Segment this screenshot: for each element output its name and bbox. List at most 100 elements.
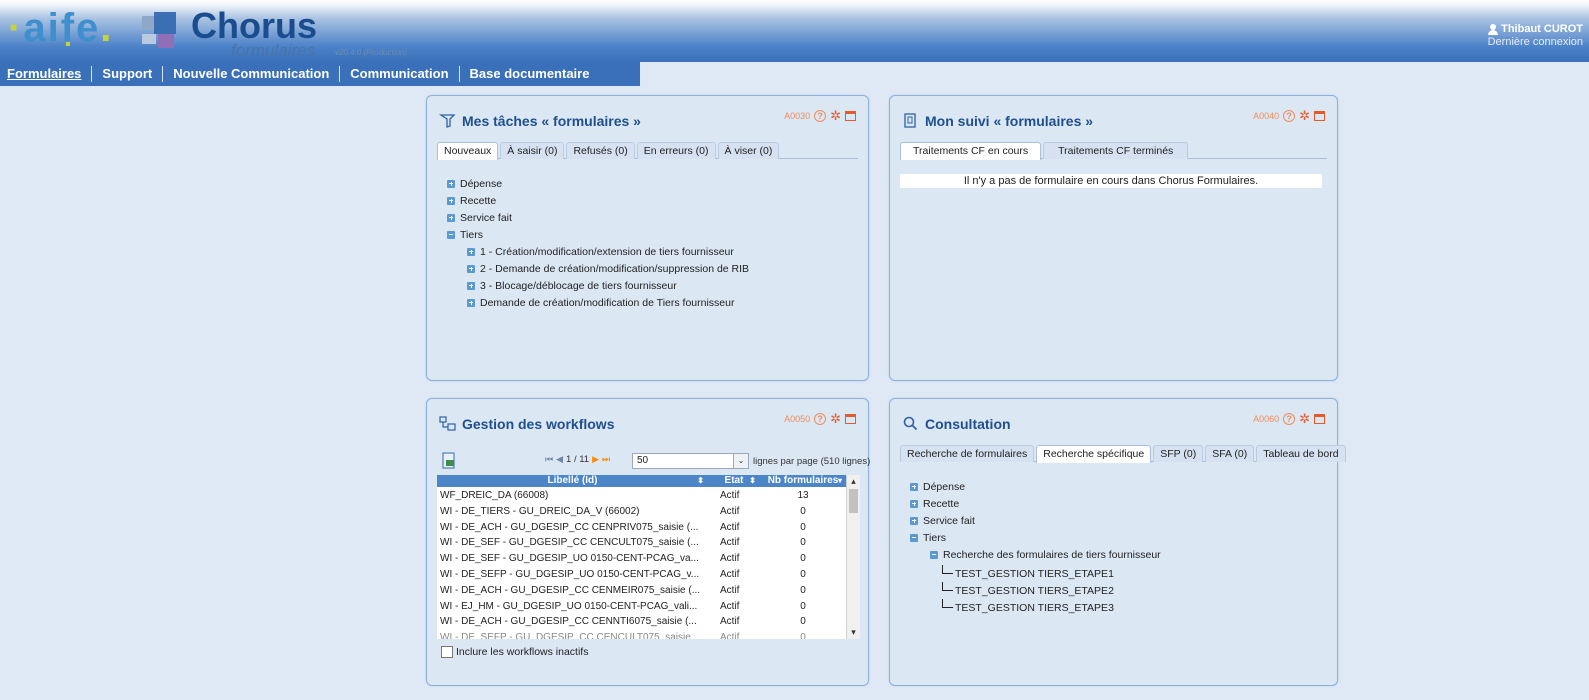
scroll-up-icon[interactable]: ▴ xyxy=(847,475,860,488)
tree-item-depense[interactable]: Dépense xyxy=(447,175,749,192)
table-row[interactable]: WI - DE_SEFP - GU_DGESIP_UO 0150-CENT-PC… xyxy=(437,567,846,583)
gear-icon[interactable]: ✲ xyxy=(830,412,841,425)
tree-item-tiers-3[interactable]: 3 - Blocage/déblocage de tiers fournisse… xyxy=(447,277,749,294)
help-icon[interactable]: ? xyxy=(814,110,827,122)
document-icon xyxy=(904,113,916,128)
tree-item-tiers-1[interactable]: 1 - Création/modification/extension de t… xyxy=(447,243,749,260)
table-row[interactable]: WI - EJ_HM - GU_DGESIP_UO 0150-CENT-PCAG… xyxy=(437,599,846,615)
tree-item-recherche-tiers[interactable]: Recherche des formulaires de tiers fourn… xyxy=(910,546,1161,563)
maximize-icon[interactable] xyxy=(845,414,856,424)
tab-recherche-specifique[interactable]: Recherche spécifique xyxy=(1036,445,1152,463)
user-menu[interactable]: Thibaut CUROT xyxy=(1488,23,1583,35)
table-header: Libellé (Id) ⬍ Etat ⬍ Nb formulaires ▾ xyxy=(437,475,846,487)
tree-item-recette[interactable]: Recette xyxy=(447,192,749,209)
workflow-icon xyxy=(439,416,456,431)
tab-traitements-termines[interactable]: Traitements CF terminés xyxy=(1043,142,1189,159)
tab-a-saisir[interactable]: À saisir (0) xyxy=(500,142,565,159)
panel-tools: A0040 ? ✲ xyxy=(1253,109,1325,122)
table-row[interactable]: WI - DE_SEF - GU_DGESIP_CC CENCULT075_sa… xyxy=(437,535,846,551)
tree-connector xyxy=(942,582,953,591)
table-row[interactable]: WI - DE_SEF - GU_DGESIP_UO 0150-CENT-PCA… xyxy=(437,551,846,567)
help-icon[interactable]: ? xyxy=(1283,413,1296,425)
nav-formulaires[interactable]: Formulaires xyxy=(0,66,93,82)
previous-page-icon[interactable]: ◀ xyxy=(556,454,563,465)
chevron-down-icon: ⌄ xyxy=(733,454,748,468)
aife-logo-mark xyxy=(66,42,70,46)
tab-sfa[interactable]: SFA (0) xyxy=(1205,445,1255,462)
tab-en-erreurs[interactable]: En erreurs (0) xyxy=(636,142,716,159)
consultation-tabs: Recherche de formulaires Recherche spéci… xyxy=(900,445,1346,463)
app-title: Chorus xyxy=(191,5,317,46)
expand-icon xyxy=(910,516,918,525)
consultation-tree: Dépense Recette Service fait Tiers Reche… xyxy=(910,478,1161,563)
tree-item-tiers-demande[interactable]: Demande de création/modification de Tier… xyxy=(447,294,749,311)
column-header-nb-formulaires[interactable]: Nb formulaires ▾ xyxy=(760,475,846,487)
export-icon[interactable] xyxy=(441,452,457,470)
tree-leaf[interactable]: TEST_GESTION TIERS_ETAPE3 xyxy=(942,599,1114,616)
column-header-libelle[interactable]: Libellé (Id) ⬍ xyxy=(437,475,708,487)
table-scrollbar[interactable]: ▴ ▾ xyxy=(846,475,860,639)
include-inactive-option[interactable]: Inclure les workflows inactifs xyxy=(441,646,588,658)
page-size-label: lignes par page (510 lignes) xyxy=(753,456,871,467)
gear-icon[interactable]: ✲ xyxy=(830,109,841,122)
tab-traitements-en-cours[interactable]: Traitements CF en cours xyxy=(900,142,1042,160)
tree-leaf[interactable]: TEST_GESTION TIERS_ETAPE1 xyxy=(942,565,1114,582)
scroll-down-icon[interactable]: ▾ xyxy=(847,626,860,639)
sort-desc-icon: ▾ xyxy=(837,476,842,485)
next-page-icon[interactable]: ▶ xyxy=(592,454,599,465)
tree-item-service-fait[interactable]: Service fait xyxy=(910,512,1161,529)
suivi-tabs: Traitements CF en cours Traitements CF t… xyxy=(900,142,1327,160)
first-page-icon[interactable]: ⏮ xyxy=(545,454,553,465)
tab-tableau-de-bord[interactable]: Tableau de bord xyxy=(1256,445,1346,462)
tasks-tabs: Nouveaux À saisir (0) Refusés (0) En err… xyxy=(437,142,858,160)
collapse-icon xyxy=(910,533,918,542)
last-page-icon[interactable]: ⏭ xyxy=(602,454,610,465)
maximize-icon[interactable] xyxy=(1314,414,1325,424)
page-size-select[interactable]: 50 ⌄ xyxy=(632,453,749,469)
help-icon[interactable]: ? xyxy=(1283,110,1296,122)
nav-nouvelle-communication[interactable]: Nouvelle Communication xyxy=(163,66,341,82)
search-icon xyxy=(903,416,918,431)
aife-logo: ·aife. xyxy=(8,6,114,50)
help-icon[interactable]: ? xyxy=(814,413,827,425)
tab-sfp[interactable]: SFP (0) xyxy=(1153,445,1204,462)
expand-icon xyxy=(447,196,455,205)
sort-icon: ⬍ xyxy=(697,476,704,485)
tree-item-depense[interactable]: Dépense xyxy=(910,478,1161,495)
column-header-etat[interactable]: Etat ⬍ xyxy=(708,475,760,487)
nav-support[interactable]: Support xyxy=(92,66,164,82)
table-row[interactable]: WI - DE_ACH - GU_DGESIP_CC CENMEIR075_sa… xyxy=(437,583,846,599)
tree-item-tiers-2[interactable]: 2 - Demande de création/modification/sup… xyxy=(447,260,749,277)
tree-connector xyxy=(942,565,953,574)
workflows-table: Libellé (Id) ⬍ Etat ⬍ Nb formulaires ▾ WF_D… xyxy=(437,475,860,639)
tab-a-viser[interactable]: À viser (0) xyxy=(717,142,780,159)
pager: ⏮ ◀ 1 / 11 ▶ ⏭ xyxy=(545,454,610,465)
chorus-logo-icon xyxy=(142,12,188,52)
panel-mes-taches: Mes tâches « formulaires » A0030 ? ✲ Nou… xyxy=(426,95,869,381)
tree-item-tiers[interactable]: Tiers xyxy=(910,529,1161,546)
gear-icon[interactable]: ✲ xyxy=(1299,412,1310,425)
table-row[interactable]: WI - DE_ACH - GU_DGESIP_CC CENNTI6075_sa… xyxy=(437,614,846,630)
table-row[interactable]: WF_DREIC_DA (66008) Actif 13 xyxy=(437,488,846,504)
tab-nouveaux[interactable]: Nouveaux xyxy=(437,142,499,160)
tree-connector xyxy=(942,599,953,608)
nav-communication[interactable]: Communication xyxy=(340,66,460,82)
nav-base-documentaire[interactable]: Base documentaire xyxy=(460,66,600,82)
table-row[interactable]: WI - DE_TIERS - GU_DREIC_DA_V (66002) Act… xyxy=(437,504,846,520)
tree-item-tiers[interactable]: Tiers xyxy=(447,226,749,243)
tree-leaf[interactable]: TEST_GESTION TIERS_ETAPE2 xyxy=(942,582,1114,599)
gear-icon[interactable]: ✲ xyxy=(1299,109,1310,122)
user-icon xyxy=(1488,23,1499,35)
tab-recherche-formulaires[interactable]: Recherche de formulaires xyxy=(900,445,1035,462)
table-row[interactable]: WI - DE_SEFP - GU_DGESIP_CC CENCULT075_s… xyxy=(437,630,846,639)
table-row[interactable]: WI - DE_ACH - GU_DGESIP_CC CENPRIV075_sa… xyxy=(437,520,846,536)
tab-refuses[interactable]: Refusés (0) xyxy=(566,142,635,159)
include-inactive-checkbox[interactable] xyxy=(441,646,453,658)
maximize-icon[interactable] xyxy=(845,111,856,121)
tree-item-recette[interactable]: Recette xyxy=(910,495,1161,512)
user-info: Thibaut CUROT Dernière connexion xyxy=(1488,23,1583,48)
tree-item-service-fait[interactable]: Service fait xyxy=(447,209,749,226)
page-indicator: 1 / 11 xyxy=(566,454,590,465)
maximize-icon[interactable] xyxy=(1314,111,1325,121)
scroll-thumb[interactable] xyxy=(849,489,858,513)
